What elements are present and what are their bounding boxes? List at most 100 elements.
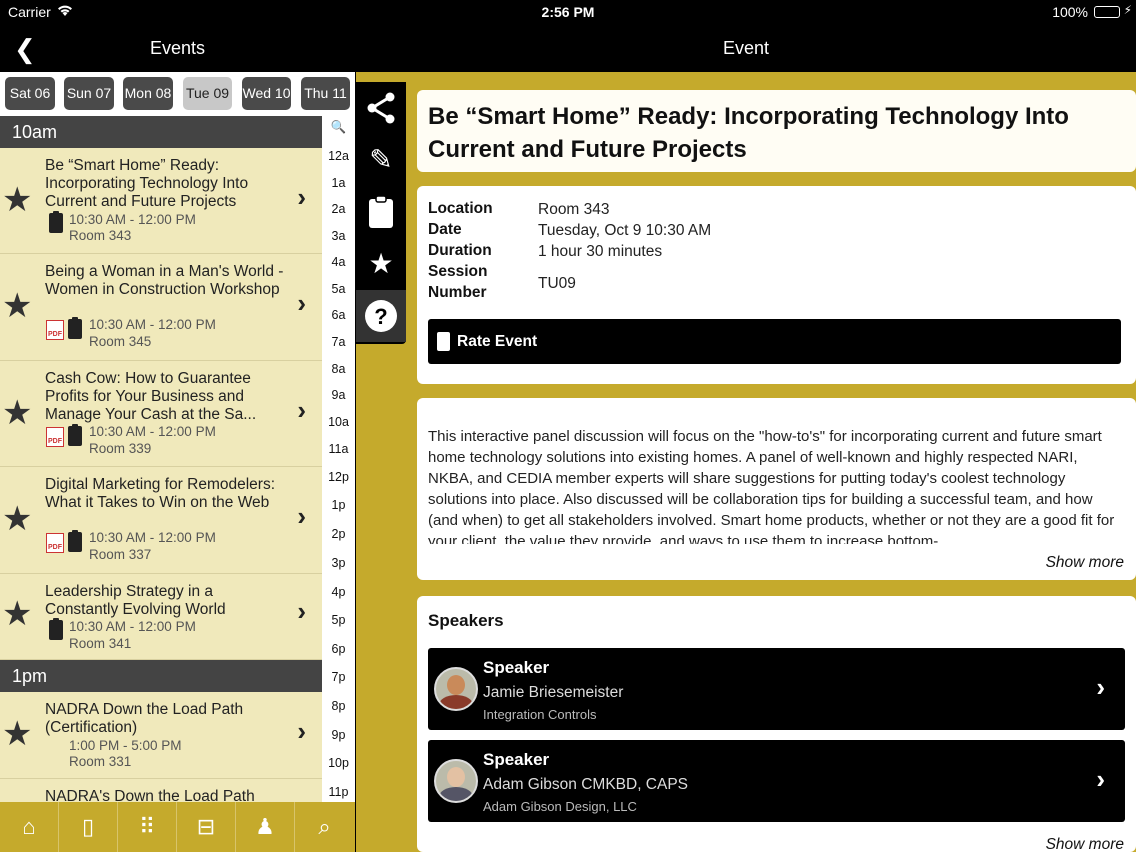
rate-event-label: Rate Event: [457, 333, 538, 350]
clipboard-icon: [49, 618, 63, 640]
index-entry[interactable]: 8p: [322, 699, 355, 713]
session-label: Session: [428, 263, 488, 280]
index-entry[interactable]: 9p: [322, 728, 355, 742]
events-header: ❮ Events: [0, 24, 355, 72]
person-icon[interactable]: ♟: [236, 802, 295, 852]
star-icon[interactable]: ★: [2, 393, 32, 433]
day-tab[interactable]: Thu 11: [301, 77, 350, 110]
chevron-right-icon: ›: [297, 596, 306, 626]
status-bar: Carrier 2:56 PM 100% ⚡: [0, 0, 1136, 24]
day-tab[interactable]: Wed 10: [242, 77, 291, 110]
event-title: Leadership Strategy in a Constantly Evol…: [45, 583, 226, 618]
clipboard-icon: [68, 530, 82, 552]
event-detail-pane: Event ✎ ★ ? Be “Smart Home” Ready: Incor…: [356, 24, 1136, 852]
speakers-heading: Speakers: [428, 611, 504, 630]
day-tab[interactable]: Mon 08: [123, 77, 173, 110]
speakers-card: Speakers Speaker Jamie Briesemeister Int…: [417, 596, 1136, 852]
event-list-item[interactable]: ★ Leadership Strategy in a Constantly Ev…: [0, 574, 322, 660]
index-entry[interactable]: 6a: [322, 308, 355, 322]
event-title: Being a Woman in a Man's World - Women i…: [45, 263, 284, 298]
event-room: Room 331: [69, 754, 132, 769]
index-entry[interactable]: 5a: [322, 282, 355, 296]
chevron-right-icon: ›: [297, 288, 306, 318]
index-entry[interactable]: 4p: [322, 585, 355, 599]
share-icon[interactable]: [356, 82, 406, 134]
grid-icon[interactable]: ⠿: [118, 802, 177, 852]
pdf-icon[interactable]: PDF: [46, 533, 64, 553]
event-title-card: Be “Smart Home” Ready: Incorporating Tec…: [417, 90, 1136, 172]
show-more-link[interactable]: Show more: [1046, 554, 1124, 572]
event-title: Be “Smart Home” Ready: Incorporating Tec…: [428, 103, 1069, 163]
index-entry[interactable]: 5p: [322, 613, 355, 627]
pdf-icon[interactable]: PDF: [46, 427, 64, 447]
index-entry[interactable]: 10p: [322, 756, 355, 770]
clipboard-icon[interactable]: [356, 186, 406, 238]
presentation-icon[interactable]: ⊟: [177, 802, 236, 852]
event-time: 10:30 AM - 12:00 PM: [89, 317, 216, 332]
events-pane: ❮ Events Sat 06 Sun 07 Mon 08 Tue 09 Wed…: [0, 24, 355, 852]
speaker-role: Speaker: [483, 658, 550, 677]
star-icon[interactable]: ★: [2, 286, 32, 326]
pencil-icon[interactable]: ✎: [356, 134, 406, 186]
search-icon[interactable]: 🔍: [322, 120, 355, 135]
star-icon[interactable]: ★: [356, 238, 406, 290]
index-entry[interactable]: 4a: [322, 255, 355, 269]
day-tab[interactable]: Sun 07: [64, 77, 114, 110]
index-entry[interactable]: 3p: [322, 556, 355, 570]
event-title: NADRA's Down the Load Path: [45, 788, 255, 802]
index-entry[interactable]: 12a: [322, 149, 355, 163]
index-entry[interactable]: 11a: [322, 442, 355, 456]
index-entry[interactable]: 1a: [322, 176, 355, 190]
location-label: Location: [428, 200, 493, 217]
index-entry[interactable]: 2p: [322, 527, 355, 541]
star-icon[interactable]: ★: [2, 180, 32, 220]
event-time: 1:00 PM - 5:00 PM: [69, 738, 182, 753]
event-time: 10:30 AM - 12:00 PM: [69, 619, 196, 634]
show-more-link[interactable]: Show more: [1046, 836, 1124, 852]
mobile-icon[interactable]: ▯: [59, 802, 118, 852]
index-entry[interactable]: 10a: [322, 415, 355, 429]
charging-icon: ⚡: [1123, 3, 1132, 17]
day-tab[interactable]: Sat 06: [5, 77, 55, 110]
speaker-org: Integration Controls: [483, 707, 597, 722]
index-entry[interactable]: 1p: [322, 498, 355, 512]
index-entry[interactable]: 2a: [322, 202, 355, 216]
event-list-item[interactable]: ★ Be “Smart Home” Ready: Incorporating T…: [0, 148, 322, 254]
date-label: Date: [428, 221, 462, 238]
session-value: TU09: [538, 275, 576, 292]
time-index[interactable]: 🔍 12a 1a 2a 3a 4a 5a 6a 7a 8a 9a 10a 11a…: [322, 116, 355, 802]
index-entry[interactable]: 8a: [322, 362, 355, 376]
event-list-item[interactable]: NADRA's Down the Load Path: [0, 779, 322, 802]
action-rail: ✎ ★ ?: [356, 82, 406, 344]
event-list-item[interactable]: ★ NADRA Down the Load Path (Certificatio…: [0, 692, 322, 779]
help-icon[interactable]: ?: [356, 290, 406, 342]
event-list-item[interactable]: ★ Being a Woman in a Man's World - Women…: [0, 254, 322, 361]
events-list: 10am ★ Be “Smart Home” Ready: Incorporat…: [0, 116, 322, 802]
index-entry[interactable]: 12p: [322, 470, 355, 484]
search-icon[interactable]: ⌕: [295, 802, 354, 852]
index-entry[interactable]: 11p: [322, 785, 355, 799]
day-tab-selected[interactable]: Tue 09: [183, 77, 232, 110]
event-list-item[interactable]: ★ Digital Marketing for Remodelers: What…: [0, 467, 322, 574]
event-title: Be “Smart Home” Ready: Incorporating Tec…: [45, 157, 249, 210]
chevron-right-icon: ›: [297, 395, 306, 425]
index-entry[interactable]: 6p: [322, 642, 355, 656]
speaker-row[interactable]: Speaker Adam Gibson CMKBD, CAPS Adam Gib…: [428, 740, 1125, 822]
star-icon[interactable]: ★: [2, 714, 32, 754]
event-title: NADRA Down the Load Path (Certification): [45, 701, 244, 736]
event-time: 10:30 AM - 12:00 PM: [69, 212, 196, 227]
star-icon[interactable]: ★: [2, 499, 32, 539]
event-list-item[interactable]: ★ Cash Cow: How to Guarantee Profits for…: [0, 361, 322, 467]
pdf-icon[interactable]: PDF: [46, 320, 64, 340]
index-entry[interactable]: 7a: [322, 335, 355, 349]
speaker-row[interactable]: Speaker Jamie Briesemeister Integration …: [428, 648, 1125, 730]
index-entry[interactable]: 7p: [322, 670, 355, 684]
star-icon[interactable]: ★: [2, 594, 32, 634]
index-entry[interactable]: 9a: [322, 388, 355, 402]
rate-event-button[interactable]: Rate Event: [428, 319, 1121, 364]
speaker-org: Adam Gibson Design, LLC: [483, 799, 637, 814]
battery-icon: [1094, 6, 1120, 18]
home-icon[interactable]: ⌂: [0, 802, 59, 852]
index-entry[interactable]: 3a: [322, 229, 355, 243]
event-room: Room 343: [69, 228, 132, 243]
